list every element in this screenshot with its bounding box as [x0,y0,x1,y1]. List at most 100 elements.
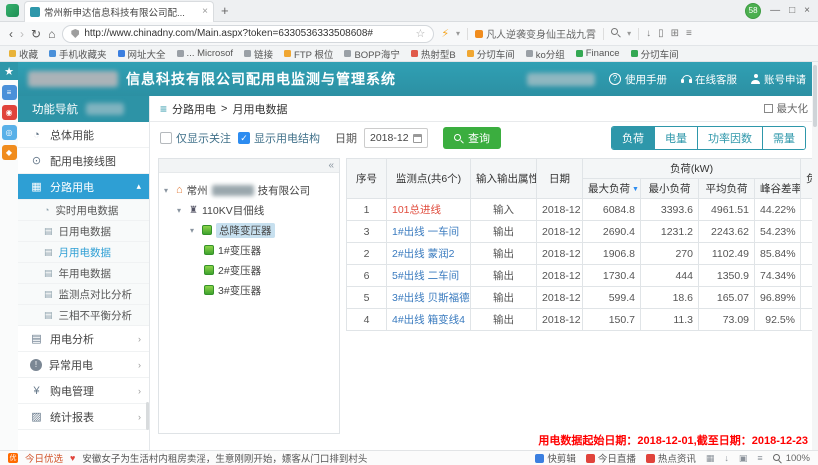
news-ticker[interactable]: 安徽女子为生活村内租房卖淫，生意刚刚开始，嫖客从门口排到村头 [82,451,367,465]
sidebar-subitem[interactable]: ▤三相不平衡分析 [18,305,149,326]
browser-logo-icon[interactable] [6,4,19,17]
apps-grid-icon[interactable]: ⊞ [671,29,679,39]
sidebar-subitem[interactable]: ▤监测点对比分析 [18,284,149,305]
cell-point[interactable]: 3#出线 贝斯福德3 [387,287,471,309]
caret-icon[interactable]: ▾ [190,226,198,235]
minimize-button[interactable]: — [770,6,780,16]
skin-icon[interactable]: ▣ [739,454,748,463]
sidebar-subitem[interactable]: ▤年用电数据 [18,263,149,284]
sidebar-item[interactable]: ▨统计报表› [18,404,149,430]
sidebar-scrollbar[interactable] [146,402,149,430]
manual-link[interactable]: ? 使用手册 [609,72,667,87]
column-header[interactable]: 最大负荷▼ [583,179,641,199]
menu-icon[interactable]: ≡ [686,29,692,39]
chevron-down-icon[interactable]: ▾ [456,29,460,38]
maximize-button[interactable]: □ [789,6,795,16]
bookmark-item[interactable]: 网址大全 [118,47,166,61]
favorites-star-icon[interactable]: ★ [0,62,18,80]
breadcrumb-root[interactable]: 分路用电 [172,101,216,117]
sidebar-item[interactable]: ⊙配用电接线图 [18,148,149,174]
column-header[interactable]: 最小负荷 [641,179,699,199]
column-header[interactable]: 平均负荷 [699,179,755,199]
view-tab[interactable]: 功率因数 [697,127,762,149]
status-tool[interactable]: 快剪辑 [535,451,576,465]
cell-point[interactable]: 4#出线 箱变线4 [387,309,471,331]
query-button[interactable]: 查询 [443,127,501,149]
page-scrollbar[interactable] [812,62,818,450]
download-icon[interactable]: ↓ [646,29,651,39]
caret-icon[interactable]: ▾ [164,186,172,195]
cell-point[interactable]: 5#出线 二车间 [387,265,471,287]
view-tab[interactable]: 电量 [654,127,697,149]
sidebar-item[interactable]: ◔总体用能 [18,122,149,148]
date-input[interactable]: 2018-12 [364,128,428,148]
sidebar-subitem[interactable]: ▤日用电数据 [18,221,149,242]
collapse-panel-button[interactable]: « [328,161,334,171]
maximize-view-button[interactable]: 最大化 [764,101,809,116]
sidebar-subitem[interactable]: ▤月用电数据 [18,242,149,263]
refresh-button[interactable]: ↻ [31,28,41,40]
sidebar-item[interactable]: !异常用电› [18,352,149,378]
caret-icon[interactable]: ▾ [177,206,185,215]
service-link[interactable]: 在线客服 [681,72,737,87]
site-info-icon[interactable] [71,29,79,38]
game-promo-link[interactable]: 凡人逆袭变身仙王战九霄 [475,26,596,41]
tree-node-main-transformer[interactable]: ▾ 总降变压器 [164,220,334,240]
screenshot-icon[interactable]: ▦ [706,454,715,463]
tree-node-transformer[interactable]: 3#变压器 [164,280,334,300]
download-icon[interactable]: ↓ [724,454,729,463]
bookmark-item[interactable]: 收藏 [9,47,38,61]
hot-app-icon[interactable]: ◉ [2,105,17,120]
speed-mode-icon[interactable]: ⚡ [441,27,449,40]
sidebar-item[interactable]: ▦分路用电▴ [18,174,149,200]
bookmark-item[interactable]: ko分组 [526,47,565,61]
close-button[interactable]: × [804,6,810,16]
search-icon[interactable] [611,28,620,40]
cell-point[interactable]: 2#出线 蒙润2 [387,243,471,265]
list-panel-icon[interactable]: ≡ [2,85,17,100]
bookmark-item[interactable]: 分切车间 [467,47,515,61]
chevron-down-icon[interactable]: ▾ [627,29,631,38]
status-tool[interactable]: 今日直播 [586,451,636,465]
bookmark-item[interactable]: BOPP海宁 [344,47,399,61]
view-tab[interactable]: 负荷 [612,127,654,149]
forward-button[interactable]: › [20,28,24,40]
browser-tab[interactable]: 常州新申达信息科技有限公司配... × [24,1,214,22]
speed-ball-badge[interactable]: 58 [745,3,761,19]
hot-picks-label[interactable]: 今日优选 [25,451,63,465]
bookmark-item[interactable]: Finance [576,48,620,59]
sidebar-item[interactable]: ▤用电分析› [18,326,149,352]
tab-close-icon[interactable]: × [202,6,208,17]
tree-node-transformer[interactable]: 1#变压器 [164,240,334,260]
bookmark-item[interactable]: 手机收藏夹 [49,47,107,61]
home-button[interactable]: ⌂ [48,28,55,40]
bookmark-item[interactable]: 热射型B [411,47,456,61]
column-header[interactable]: 峰谷差率 [755,179,801,199]
bookmark-item[interactable]: ... Microsof [177,48,233,59]
cell-point[interactable]: 1#出线 一车间 [387,221,471,243]
sidebar-item[interactable]: ¥购电管理› [18,378,149,404]
menu-icon[interactable]: ≡ [160,102,167,116]
account-link[interactable]: 账号申请 [751,72,806,87]
scrollbar-thumb[interactable] [813,65,817,127]
new-tab-button[interactable]: + [221,3,229,18]
show-structure-checkbox[interactable]: ✓ 显示用电结构 [238,130,320,146]
shopping-app-icon[interactable]: ◆ [2,145,17,160]
view-tab[interactable]: 需量 [762,127,805,149]
status-tool[interactable]: 热点资讯 [646,451,696,465]
bookmark-item[interactable]: 链接 [244,47,273,61]
only-followed-checkbox[interactable]: 仅显示关注 [160,130,231,146]
cell-point[interactable]: 101总进线 [387,199,471,221]
back-button[interactable]: ‹ [9,28,13,40]
sidebar-subitem[interactable]: ◔实时用电数据 [18,200,149,221]
url-field[interactable]: http://www.chinadny.com/Main.aspx?token=… [62,25,434,43]
zoom-control[interactable]: 100% [773,453,810,464]
camera-app-icon[interactable]: ◎ [2,125,17,140]
phone-sync-icon[interactable]: ▯ [658,29,664,39]
bookmark-star-icon[interactable]: ☆ [415,27,425,40]
tree-node-transformer[interactable]: 2#变压器 [164,260,334,280]
menu-icon[interactable]: ≡ [757,454,762,463]
tree-node-company[interactable]: ▾ ⌂ 常州 技有限公司 [164,180,334,200]
bookmark-item[interactable]: FTP 根位 [284,47,333,61]
bookmark-item[interactable]: 分切车间 [631,47,679,61]
